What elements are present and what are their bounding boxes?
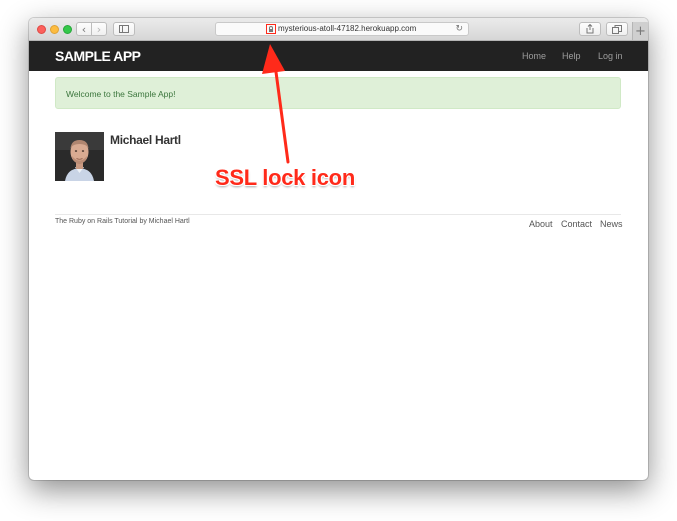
avatar [55,132,104,181]
annotation-label: SSL lock icon [215,165,355,190]
close-window-button[interactable] [37,25,46,34]
sidebar-icon[interactable] [113,22,135,36]
app-header: sample app Home Help Log in [29,41,648,71]
chevron-right-icon[interactable]: › [91,22,107,36]
brand-logo[interactable]: sample app [55,48,141,64]
footer-about-link[interactable]: About [529,219,553,229]
browser-window: ‹ › mysterious-atoll-47182.herokuapp.com… [29,18,648,480]
flash-message: Welcome to the Sample App! [55,77,621,109]
author-link[interactable]: Michael Hartl [149,218,190,225]
share-icon[interactable] [579,22,601,36]
footer-credit: The Ruby on Rails Tutorial by Michael Ha… [55,218,190,225]
reload-icon[interactable]: ↻ [455,23,463,35]
footer-news-link[interactable]: News [600,219,623,229]
address-bar[interactable]: mysterious-atoll-47182.herokuapp.com ↻ [215,22,469,36]
tutorial-link[interactable]: The Ruby on Rails Tutorial [55,218,137,225]
footer-divider [55,214,621,215]
browser-toolbar: ‹ › mysterious-atoll-47182.herokuapp.com… [29,18,648,41]
plus-icon[interactable]: + [632,22,648,40]
flash-message-text: Welcome to the Sample App! [66,89,176,99]
footer-contact-link[interactable]: Contact [561,219,592,229]
url-text[interactable]: mysterious-atoll-47182.herokuapp.com [278,23,416,35]
tabs-icon[interactable] [606,22,628,36]
nav-home-link[interactable]: Home [522,51,546,61]
chevron-left-icon[interactable]: ‹ [76,22,92,36]
zoom-window-button[interactable] [63,25,72,34]
lock-icon [266,24,276,34]
nav-help-link[interactable]: Help [562,51,581,61]
footer-by-text: by [139,218,147,225]
nav-login-link[interactable]: Log in [598,51,623,61]
user-name: Michael Hartl [110,133,181,147]
minimize-window-button[interactable] [50,25,59,34]
